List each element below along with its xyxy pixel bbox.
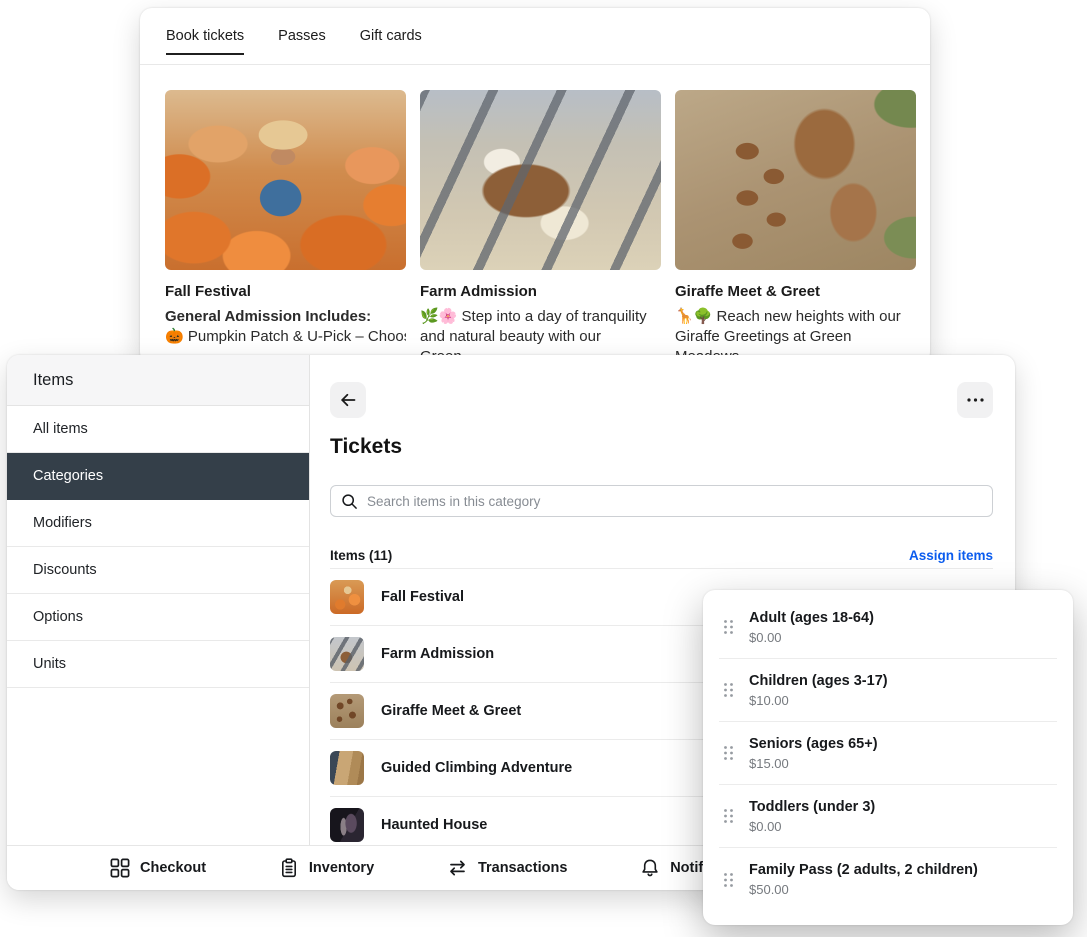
nav-label: Transactions — [478, 860, 567, 876]
variation-price: $50.00 — [749, 882, 978, 897]
variation-name: Toddlers (under 3) — [749, 799, 875, 815]
card-desc-line1: General Admission Includes: — [165, 307, 406, 327]
variation-name: Adult (ages 18-64) — [749, 610, 874, 626]
sidebar-item-units[interactable]: Units — [7, 641, 309, 688]
search-icon — [341, 493, 358, 510]
nav-transactions[interactable]: Transactions — [447, 858, 567, 878]
variation-price: $10.00 — [749, 693, 888, 708]
sidebar-item-categories[interactable]: Categories — [7, 453, 309, 500]
items-sidebar: Items All items Categories Modifiers Dis… — [7, 355, 310, 890]
item-name: Giraffe Meet & Greet — [381, 703, 521, 719]
transfer-arrows-icon — [447, 858, 468, 878]
tab-gift-cards[interactable]: Gift cards — [360, 8, 422, 64]
item-list-header: Items (11) Assign items — [330, 543, 993, 567]
drag-handle-icon[interactable] — [723, 808, 734, 824]
card-desc-line2: 🎃 Pumpkin Patch & U-Pick – Choose… — [165, 327, 406, 347]
variation-row-toddlers[interactable]: Toddlers (under 3) $0.00 — [719, 785, 1057, 848]
assign-items-link[interactable]: Assign items — [909, 548, 993, 563]
search-input[interactable] — [367, 494, 982, 509]
item-thumbnail — [330, 751, 364, 785]
ticket-variations-panel: Adult (ages 18-64) $0.00 Children (ages … — [703, 590, 1073, 925]
bell-icon — [640, 858, 660, 878]
variation-row-children[interactable]: Children (ages 3-17) $10.00 — [719, 659, 1057, 722]
item-name: Fall Festival — [381, 589, 464, 605]
back-arrow-icon — [338, 390, 358, 410]
nav-label: Inventory — [309, 860, 374, 876]
item-thumbnail — [330, 580, 364, 614]
drag-handle-icon[interactable] — [723, 682, 734, 698]
items-count-label: Items (11) — [330, 548, 392, 563]
sidebar-item-modifiers[interactable]: Modifiers — [7, 500, 309, 547]
search-box — [330, 485, 993, 517]
card-fall-festival[interactable]: Fall Festival General Admission Includes… — [165, 90, 406, 367]
more-options-button[interactable] — [957, 382, 993, 418]
clipboard-icon — [279, 858, 299, 878]
grid-icon — [110, 858, 130, 878]
variation-row-seniors[interactable]: Seniors (ages 65+) $15.00 — [719, 722, 1057, 785]
storefront-tabbar: Book tickets Passes Gift cards — [140, 8, 930, 65]
nav-label: Checkout — [140, 860, 206, 876]
drag-handle-icon[interactable] — [723, 619, 734, 635]
product-cards: Fall Festival General Admission Includes… — [165, 90, 916, 367]
card-giraffe-meet-greet[interactable]: Giraffe Meet & Greet 🦒🌳 Reach new height… — [675, 90, 916, 367]
item-name: Haunted House — [381, 817, 487, 833]
item-thumbnail — [330, 694, 364, 728]
variation-name: Seniors (ages 65+) — [749, 736, 878, 752]
variation-price: $0.00 — [749, 630, 874, 645]
giraffe-photo — [675, 90, 916, 270]
fall-festival-photo — [165, 90, 406, 270]
card-farm-admission[interactable]: Farm Admission 🌿🌸 Step into a day of tra… — [420, 90, 661, 367]
sidebar-item-all-items[interactable]: All items — [7, 406, 309, 453]
drag-handle-icon[interactable] — [723, 745, 734, 761]
page-title: Tickets — [330, 435, 402, 459]
variation-row-family-pass[interactable]: Family Pass (2 adults, 2 children) $50.0… — [719, 848, 1057, 911]
variation-name: Children (ages 3-17) — [749, 673, 888, 689]
drag-handle-icon[interactable] — [723, 872, 734, 888]
variation-row-adult[interactable]: Adult (ages 18-64) $0.00 — [719, 596, 1057, 659]
card-title: Fall Festival — [165, 283, 406, 300]
storefront-window: Book tickets Passes Gift cards Fall Fest… — [140, 8, 930, 364]
ellipsis-icon — [967, 398, 984, 402]
tab-passes[interactable]: Passes — [278, 8, 326, 64]
item-name: Farm Admission — [381, 646, 494, 662]
sidebar-item-discounts[interactable]: Discounts — [7, 547, 309, 594]
nav-checkout[interactable]: Checkout — [110, 858, 206, 878]
item-name: Guided Climbing Adventure — [381, 760, 572, 776]
variation-name: Family Pass (2 adults, 2 children) — [749, 862, 978, 878]
farm-admission-photo — [420, 90, 661, 270]
item-thumbnail — [330, 637, 364, 671]
card-description: General Admission Includes: 🎃 Pumpkin Pa… — [165, 307, 406, 347]
nav-inventory[interactable]: Inventory — [279, 858, 374, 878]
variation-price: $15.00 — [749, 756, 878, 771]
variation-price: $0.00 — [749, 819, 875, 834]
tab-book-tickets[interactable]: Book tickets — [166, 8, 244, 64]
sidebar-item-options[interactable]: Options — [7, 594, 309, 641]
back-button[interactable] — [330, 382, 366, 418]
item-thumbnail — [330, 808, 364, 842]
card-title: Farm Admission — [420, 283, 661, 300]
card-title: Giraffe Meet & Greet — [675, 283, 916, 300]
sidebar-title: Items — [7, 355, 309, 406]
